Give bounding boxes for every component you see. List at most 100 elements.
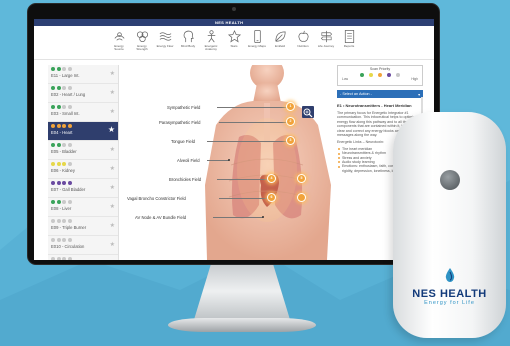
toolbar-reports[interactable]: Reports	[340, 29, 359, 59]
action-select[interactable]: - Select an Action - ▾	[337, 90, 423, 98]
sidebar-item-meridian[interactable]: E08 - Liver ★	[48, 198, 118, 217]
star-icon[interactable]: ★	[110, 70, 115, 77]
toolbar-nutrition[interactable]: Nutrition	[294, 29, 313, 59]
device-button	[440, 170, 460, 190]
camera-dot	[232, 7, 236, 11]
field-node[interactable]: 4	[267, 174, 276, 183]
field-connector	[217, 106, 290, 108]
field-label-parasympathetic[interactable]: Parasympathetic Field	[159, 120, 200, 125]
field-label-av-node[interactable]: AV Node & AV Bundle Field	[135, 215, 186, 220]
toolbar-mind-body[interactable]: Mind Body	[179, 29, 198, 59]
document-icon	[344, 30, 354, 43]
star-icon[interactable]: ★	[110, 241, 115, 248]
star-icon[interactable]: ★	[110, 184, 115, 191]
field-label-bronchioles[interactable]: Bronchioles Field	[169, 177, 201, 182]
device-tagline: Energy for Life	[424, 300, 475, 306]
star-icon[interactable]: ★	[110, 89, 115, 96]
action-select-label: - Select an Action -	[340, 91, 372, 96]
priority-dot	[67, 143, 72, 147]
field-label-tongue[interactable]: Tongue Field	[171, 139, 195, 144]
priority-dot	[62, 200, 66, 204]
magnifier-icon	[303, 108, 313, 118]
toolbar-label: Nutrition	[297, 44, 309, 48]
field-node[interactable]: 2	[286, 117, 295, 126]
toolbar-energy-flow[interactable]: Energy Flow	[156, 29, 175, 59]
sidebar-item-meridian[interactable]: E11 - Large Int. ★	[48, 65, 118, 84]
star-icon[interactable]: ★	[110, 165, 115, 172]
flow-icon	[159, 32, 171, 41]
zoom-button[interactable]	[302, 106, 314, 118]
priority-dot	[67, 200, 72, 204]
priority-dot	[67, 124, 72, 128]
toolbar-emfield[interactable]: Emfield	[271, 29, 290, 59]
sidebar-item-meridian[interactable]: E07 - Gall Bladder ★	[48, 179, 118, 198]
sidebar-item-meridian[interactable]: E010 - Circulation ★	[48, 236, 118, 255]
figure-icon	[207, 30, 215, 43]
sidebar-item-meridian[interactable]: E09 - Triple Burner ★	[48, 217, 118, 236]
priority-dots	[51, 162, 115, 166]
priority-dot	[62, 162, 66, 166]
app-header-bar: NES HEALTH	[34, 19, 434, 26]
field-node[interactable]: 1	[286, 102, 295, 111]
toolbar-stars[interactable]: Stars	[225, 29, 244, 59]
star-icon[interactable]: ★	[110, 108, 115, 115]
scale-dot	[396, 73, 400, 77]
priority-dot	[56, 238, 61, 242]
priority-dot	[51, 219, 55, 223]
priority-dot	[62, 257, 66, 260]
star-icon	[227, 29, 241, 43]
priority-dot	[56, 200, 61, 204]
toolbar-energy-maps[interactable]: Energy Maps	[248, 29, 267, 59]
sidebar-item-meridian[interactable]: E05 - Bladder ★	[48, 141, 118, 160]
scale-dots	[360, 73, 400, 77]
toolbar-label: Energy Source	[114, 44, 124, 52]
sidebar-item-meridian[interactable]: E011 - Stomach★	[48, 255, 118, 260]
sidebar-item-meridian[interactable]: E02 - Heart / Lung ★	[48, 84, 118, 103]
priority-dots	[51, 238, 115, 242]
priority-dots	[51, 105, 115, 109]
field-node[interactable]	[297, 193, 306, 202]
sidebar-item-label: E03 - Small Int.	[51, 111, 80, 116]
field-node[interactable]: 5	[297, 174, 306, 183]
toolbar-energetic-anatomy[interactable]: Energetic Anatomy	[202, 29, 221, 59]
sidebar-item-label: E010 - Circulation	[51, 244, 85, 249]
star-icon[interactable]: ★	[108, 125, 115, 134]
device-brand: NES HEALTH	[412, 288, 487, 300]
water-drop-icon	[445, 268, 454, 282]
field-node[interactable]: 3	[286, 136, 295, 145]
toolbar: Energy Source Energy Strength Energy Flo…	[34, 26, 434, 60]
toolbar-label: Life Journey	[317, 44, 335, 48]
priority-dot	[51, 67, 55, 71]
toolbar-energy-source[interactable]: Energy Source	[110, 29, 129, 59]
star-icon[interactable]: ★	[110, 203, 115, 210]
priority-dot	[56, 124, 61, 128]
field-label-sympathetic[interactable]: Sympathetic Field	[167, 105, 200, 110]
priority-dot	[51, 105, 55, 109]
priority-dot	[62, 124, 66, 128]
priority-dot	[56, 257, 61, 260]
priority-dot	[67, 181, 72, 185]
head-icon	[183, 30, 194, 43]
star-icon[interactable]: ★	[110, 222, 115, 229]
priority-dots	[51, 124, 115, 128]
field-label-alveoli[interactable]: Alveoli Field	[177, 158, 200, 163]
sidebar-item-meridian[interactable]: E03 - Small Int. ★	[48, 103, 118, 122]
priority-dot	[67, 257, 72, 260]
app-logo: NES HEALTH	[215, 20, 244, 25]
priority-dot	[51, 181, 55, 185]
toolbar-label: Reports	[343, 44, 355, 48]
app-screen: NES HEALTH Energy Source Energy Strength…	[34, 19, 434, 260]
field-node[interactable]: 6	[267, 193, 276, 202]
toolbar-life-journey[interactable]: Life Journey	[317, 29, 336, 59]
scale-dot	[378, 73, 382, 77]
priority-dots	[51, 200, 115, 204]
star-icon[interactable]: ★	[110, 146, 115, 153]
toolbar-energy-strength[interactable]: Energy Strength	[133, 29, 152, 59]
field-label-vagal[interactable]: Vagal Broncho Constrictor Field	[127, 196, 186, 201]
toolbar-label: Mind Body	[180, 44, 196, 48]
priority-dot	[67, 105, 72, 109]
leaf-icon	[274, 31, 286, 42]
field-connector	[207, 159, 230, 161]
sidebar-item-meridian[interactable]: E06 - Kidney ★	[48, 160, 118, 179]
sidebar-item-meridian[interactable]: E04 - Heart ★	[48, 122, 118, 141]
